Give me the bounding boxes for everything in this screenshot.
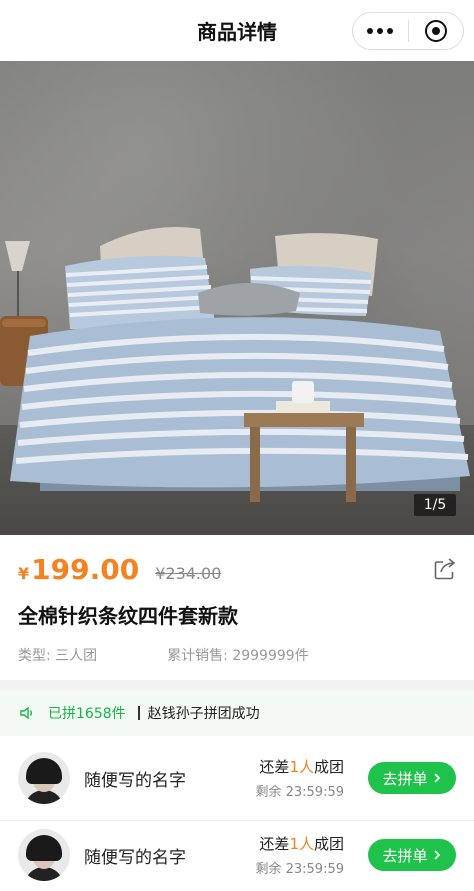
original-price: ¥234.00 <box>155 564 222 583</box>
total-sales: 累计销售: 2999999件 <box>167 648 309 664</box>
status-suffix: 成团 <box>313 835 344 853</box>
close-mini-program-button[interactable] <box>409 13 464 49</box>
status-prefix: 还差 <box>259 835 290 853</box>
image-pager-indicator: 1/5 <box>414 494 456 516</box>
notice-separator <box>137 706 140 720</box>
join-group-label: 去拼单 <box>382 769 428 788</box>
remaining-time: 剩余 23:59:59 <box>255 862 344 877</box>
share-icon[interactable] <box>432 556 458 582</box>
avatar <box>18 829 70 881</box>
group-type: 类型: 三人团 <box>18 648 98 664</box>
avatar <box>18 752 70 804</box>
join-group-button[interactable]: 去拼单 <box>368 839 456 871</box>
more-button[interactable] <box>353 13 408 49</box>
join-group-label: 去拼单 <box>382 846 428 865</box>
mini-program-capsule <box>352 12 464 50</box>
member-name: 随便写的名字 <box>84 770 186 791</box>
target-circle-icon <box>424 20 447 42</box>
bed-illustration <box>0 227 470 502</box>
member-name: 随便写的名字 <box>84 847 186 868</box>
status-prefix: 还差 <box>259 758 290 776</box>
remaining-time: 剩余 23:59:59 <box>255 785 344 800</box>
notice-message: 赵钱孙子拼团成功 <box>147 706 260 722</box>
status-count: 1人 <box>289 835 314 853</box>
list-item: 随便写的名字 还差1人成团 剩余 23:59:59 去拼单 <box>0 736 474 820</box>
chevron-right-icon <box>433 850 440 860</box>
current-price: 199.00 <box>31 553 140 586</box>
group-status: 还差1人成团 剩余 23:59:59 <box>255 833 344 877</box>
list-item: 随便写的名字 还差1人成团 剩余 23:59:59 去拼单 <box>0 813 474 891</box>
currency-symbol: ¥ <box>18 564 30 583</box>
speaker-icon <box>20 706 32 720</box>
status-suffix: 成团 <box>313 758 344 776</box>
product-meta: 类型: 三人团 累计销售: 2999999件 <box>18 645 309 665</box>
joined-count: 已拼1658件 <box>48 706 126 722</box>
group-success-notice: 已拼1658件 赵钱孙子拼团成功 <box>0 690 474 736</box>
nav-bar: 商品详情 <box>0 0 474 61</box>
group-status: 还差1人成团 剩余 23:59:59 <box>255 756 344 800</box>
status-count: 1人 <box>289 758 314 776</box>
chevron-right-icon <box>433 773 440 783</box>
join-group-button[interactable]: 去拼单 <box>368 762 456 794</box>
section-divider <box>0 680 474 690</box>
price-row: ¥ 199.00 ¥234.00 <box>18 553 221 589</box>
product-image-gallery[interactable]: 1/5 <box>0 61 474 535</box>
more-dots-icon <box>367 28 394 34</box>
product-title: 全棉针织条纹四件套新款 <box>18 604 238 628</box>
